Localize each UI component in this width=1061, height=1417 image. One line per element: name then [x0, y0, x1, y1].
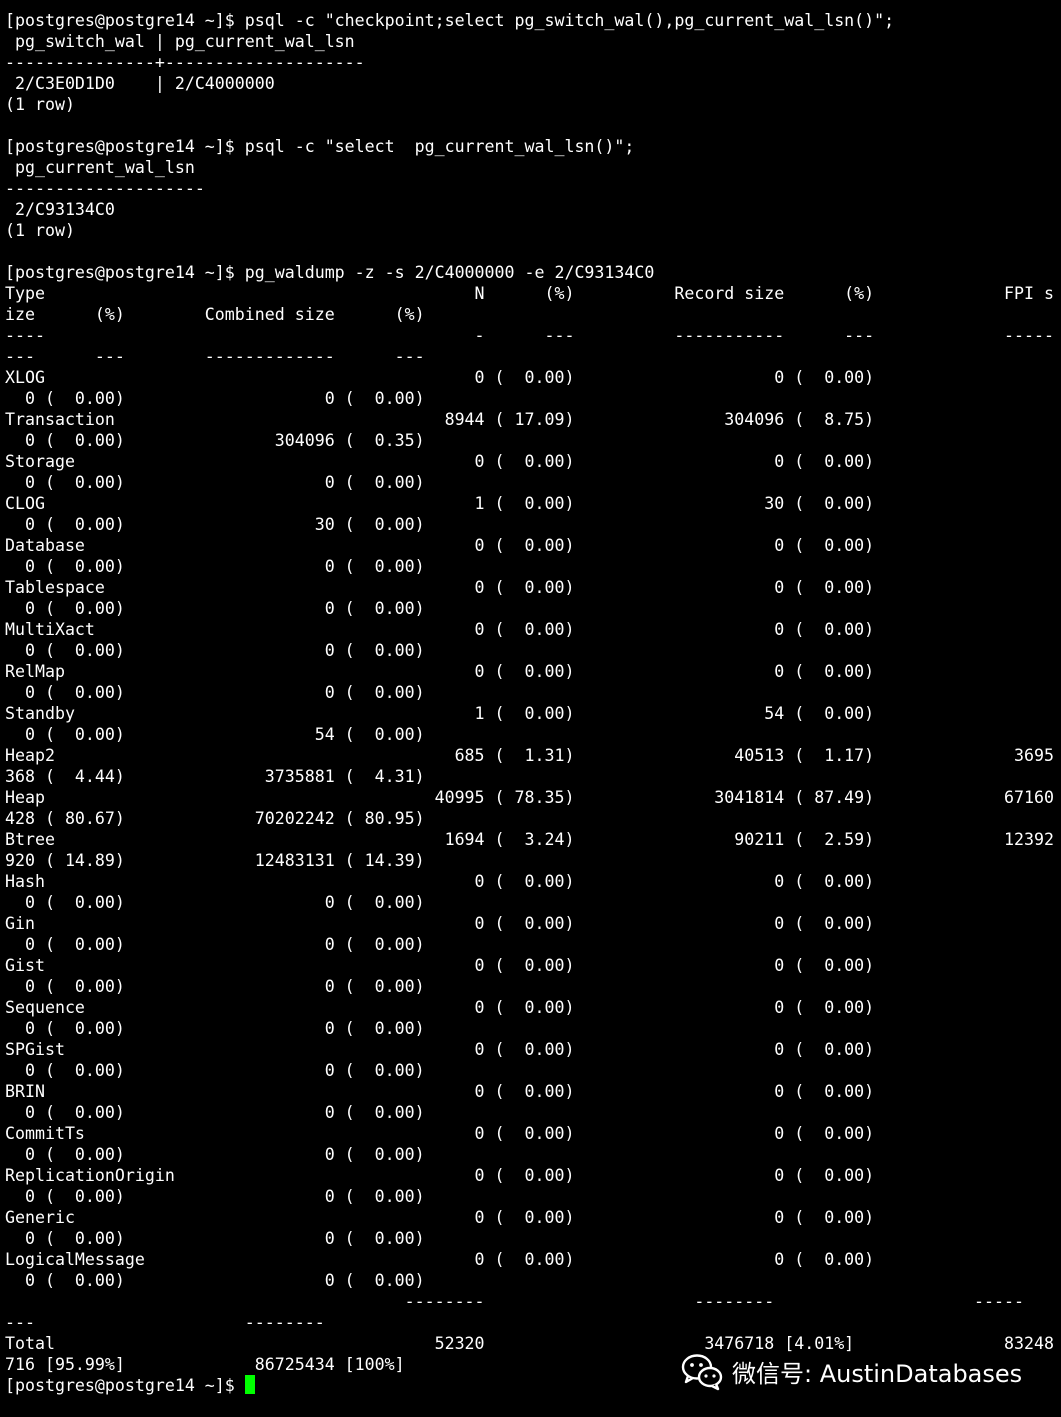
terminal-line: RelMap 0 ( 0.00) 0 ( 0.00) — [5, 662, 875, 681]
terminal-line: 0 ( 0.00) 0 ( 0.00) — [5, 641, 425, 660]
terminal-line: Btree 1694 ( 3.24) 90211 ( 2.59) 12392 — [5, 830, 1054, 849]
wechat-icon — [681, 1354, 723, 1391]
terminal-line: 920 ( 14.89) 12483131 ( 14.39) — [5, 851, 425, 870]
terminal-line: 2/C93134C0 — [5, 200, 115, 219]
terminal-line: Gist 0 ( 0.00) 0 ( 0.00) — [5, 956, 875, 975]
terminal-line: -------------------- — [5, 179, 205, 198]
terminal-line: --- -------- — [5, 1313, 325, 1332]
terminal-line: [postgres@postgre14 ~]$ pg_waldump -z -s… — [5, 263, 655, 282]
terminal-prompt: [postgres@postgre14 ~]$ — [5, 1376, 245, 1395]
terminal-line: Standby 1 ( 0.00) 54 ( 0.00) — [5, 704, 875, 723]
terminal-line: 0 ( 0.00) 54 ( 0.00) — [5, 725, 425, 744]
terminal-line: 0 ( 0.00) 0 ( 0.00) — [5, 977, 425, 996]
terminal-line: ize (%) Combined size (%) — [5, 305, 425, 324]
terminal-line: 0 ( 0.00) 30 ( 0.00) — [5, 515, 425, 534]
terminal-line: ReplicationOrigin 0 ( 0.00) 0 ( 0.00) — [5, 1166, 875, 1185]
terminal-line: ---- - --- ----------- --- ----- — [5, 326, 1054, 345]
terminal-line: Heap2 685 ( 1.31) 40513 ( 1.17) 3695 — [5, 746, 1054, 765]
terminal-line: 368 ( 4.44) 3735881 ( 4.31) — [5, 767, 425, 786]
terminal-line: (1 row) — [5, 95, 75, 114]
terminal-cursor — [244, 1375, 255, 1394]
terminal-line: 0 ( 0.00) 0 ( 0.00) — [5, 1145, 425, 1164]
terminal-line: CommitTs 0 ( 0.00) 0 ( 0.00) — [5, 1124, 875, 1143]
terminal-line: (1 row) — [5, 221, 75, 240]
terminal-line: 0 ( 0.00) 0 ( 0.00) — [5, 683, 425, 702]
terminal-line: ---------------+-------------------- — [5, 53, 365, 72]
terminal-line: 0 ( 0.00) 0 ( 0.00) — [5, 599, 425, 618]
terminal-line: Hash 0 ( 0.00) 0 ( 0.00) — [5, 872, 875, 891]
terminal-output: [postgres@postgre14 ~]$ psql -c "checkpo… — [5, 10, 1054, 1396]
terminal-line: LogicalMessage 0 ( 0.00) 0 ( 0.00) — [5, 1250, 875, 1269]
terminal-line: Database 0 ( 0.00) 0 ( 0.00) — [5, 536, 875, 555]
terminal-line: MultiXact 0 ( 0.00) 0 ( 0.00) — [5, 620, 875, 639]
watermark-text: 微信号: AustinDatabases — [732, 1359, 1023, 1388]
terminal-line: Storage 0 ( 0.00) 0 ( 0.00) — [5, 452, 875, 471]
terminal-line: -------- -------- ----- — [5, 1292, 1025, 1311]
terminal-line: Gin 0 ( 0.00) 0 ( 0.00) — [5, 914, 875, 933]
terminal-line: 0 ( 0.00) 0 ( 0.00) — [5, 1271, 425, 1290]
terminal-line: BRIN 0 ( 0.00) 0 ( 0.00) — [5, 1082, 875, 1101]
terminal-line: CLOG 1 ( 0.00) 30 ( 0.00) — [5, 494, 875, 513]
terminal-line: 0 ( 0.00) 0 ( 0.00) — [5, 1187, 425, 1206]
terminal-line: --- --- ------------- --- — [5, 347, 425, 366]
terminal-lines: [postgres@postgre14 ~]$ psql -c "checkpo… — [5, 10, 1054, 1375]
terminal-line: 0 ( 0.00) 0 ( 0.00) — [5, 1229, 425, 1248]
terminal-line: 0 ( 0.00) 0 ( 0.00) — [5, 935, 425, 954]
terminal-line: 0 ( 0.00) 0 ( 0.00) — [5, 557, 425, 576]
terminal-line: pg_current_wal_lsn — [5, 158, 195, 177]
terminal-line: Transaction 8944 ( 17.09) 304096 ( 8.75) — [5, 410, 875, 429]
terminal-line: XLOG 0 ( 0.00) 0 ( 0.00) — [5, 368, 875, 387]
terminal-line: pg_switch_wal | pg_current_wal_lsn — [5, 32, 355, 51]
terminal-line: 0 ( 0.00) 304096 ( 0.35) — [5, 431, 425, 450]
terminal-line: 2/C3E0D1D0 | 2/C4000000 — [5, 74, 275, 93]
terminal-line: [postgres@postgre14 ~]$ psql -c "select … — [5, 137, 635, 156]
terminal-line: Type N (%) Record size (%) FPI s — [5, 284, 1054, 303]
terminal-line: Generic 0 ( 0.00) 0 ( 0.00) — [5, 1208, 875, 1227]
terminal-line: 0 ( 0.00) 0 ( 0.00) — [5, 893, 425, 912]
terminal-line: Tablespace 0 ( 0.00) 0 ( 0.00) — [5, 578, 875, 597]
terminal-line: Heap 40995 ( 78.35) 3041814 ( 87.49) 671… — [5, 788, 1054, 807]
terminal-line: 0 ( 0.00) 0 ( 0.00) — [5, 389, 425, 408]
terminal-line: SPGist 0 ( 0.00) 0 ( 0.00) — [5, 1040, 875, 1059]
terminal-window[interactable]: [postgres@postgre14 ~]$ psql -c "checkpo… — [0, 0, 1061, 1417]
terminal-line: Sequence 0 ( 0.00) 0 ( 0.00) — [5, 998, 875, 1017]
terminal-line: 0 ( 0.00) 0 ( 0.00) — [5, 1061, 425, 1080]
watermark: 微信号: AustinDatabases — [680, 1348, 1022, 1394]
terminal-line: 0 ( 0.00) 0 ( 0.00) — [5, 473, 425, 492]
terminal-line: 428 ( 80.67) 70202242 ( 80.95) — [5, 809, 425, 828]
terminal-line: 0 ( 0.00) 0 ( 0.00) — [5, 1103, 425, 1122]
terminal-line: [postgres@postgre14 ~]$ psql -c "checkpo… — [5, 11, 895, 30]
terminal-line: 0 ( 0.00) 0 ( 0.00) — [5, 1019, 425, 1038]
